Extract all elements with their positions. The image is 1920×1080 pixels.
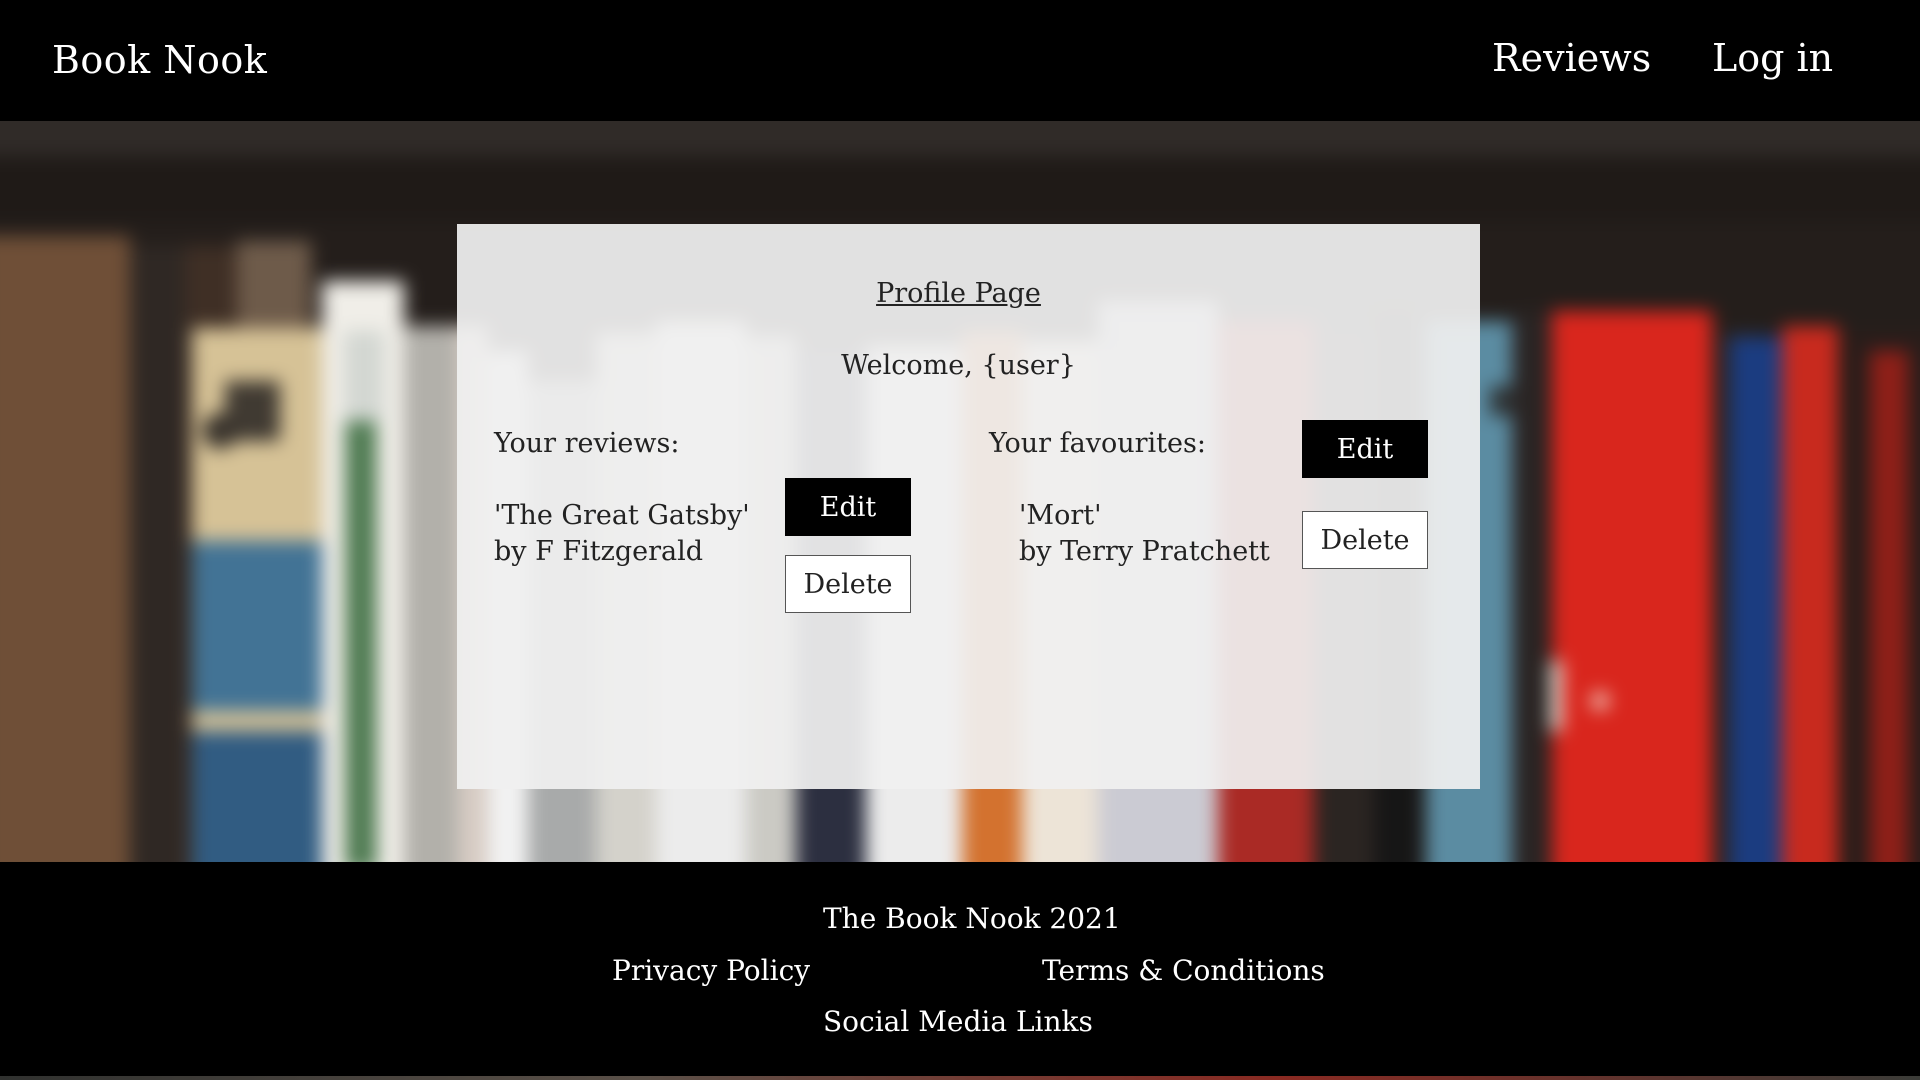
delete-review-button[interactable]: Delete: [785, 555, 911, 613]
profile-card: Profile Page Welcome, {user} Your review…: [457, 224, 1480, 789]
review-book-author: by F Fitzgerald: [494, 536, 704, 567]
favourite-book-author: by Terry Pratchett: [1019, 536, 1270, 567]
terms-link[interactable]: Terms & Conditions: [1042, 954, 1325, 987]
page-title: Profile Page: [876, 278, 1041, 309]
edit-favourites-button[interactable]: Edit: [1302, 420, 1428, 478]
brand-logo[interactable]: Book Nook: [52, 38, 267, 82]
social-media-links[interactable]: Social Media Links: [823, 1005, 1093, 1038]
delete-favourite-button[interactable]: Delete: [1302, 511, 1428, 569]
edit-review-button[interactable]: Edit: [785, 478, 911, 536]
welcome-message: Welcome, {user}: [841, 350, 1076, 381]
reviews-heading: Your reviews:: [494, 428, 680, 459]
privacy-policy-link[interactable]: Privacy Policy: [612, 954, 810, 987]
favourite-book-title: 'Mort': [1019, 500, 1102, 531]
nav-reviews-link[interactable]: Reviews: [1492, 36, 1651, 80]
site-footer: The Book Nook 2021 Privacy Policy Terms …: [0, 862, 1920, 1080]
review-book-title: 'The Great Gatsby': [494, 500, 750, 531]
nav-login-link[interactable]: Log in: [1712, 36, 1833, 80]
favourites-heading: Your favourites:: [989, 428, 1206, 459]
footer-bottom-strip: [0, 1076, 1920, 1080]
copyright-text: The Book Nook 2021: [823, 902, 1121, 935]
site-header: Book Nook Reviews Log in: [0, 0, 1920, 121]
page: Book Nook Reviews Log in Profile Page We…: [0, 0, 1920, 1080]
